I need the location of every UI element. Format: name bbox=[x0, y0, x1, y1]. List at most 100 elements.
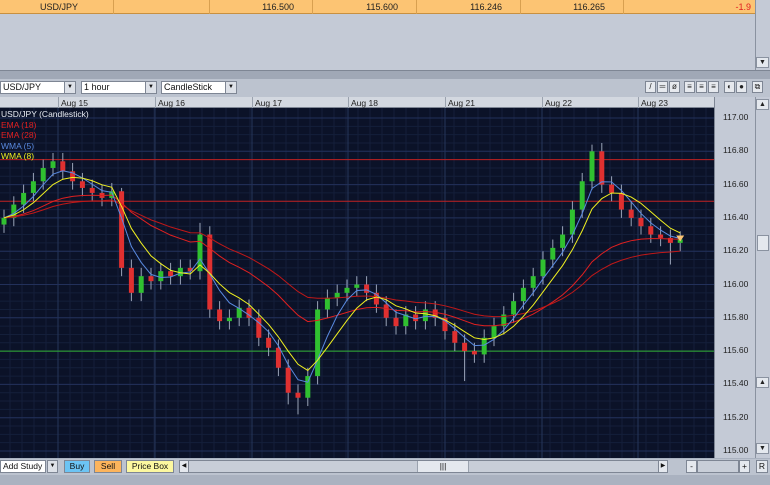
grid-light-icon[interactable]: ≡ bbox=[708, 81, 719, 93]
price-tick-label: 117.00 bbox=[723, 112, 749, 122]
scroll-thumb[interactable] bbox=[757, 235, 769, 251]
scroll-right-icon[interactable]: ▶ bbox=[658, 461, 667, 472]
zoom-slider[interactable] bbox=[697, 460, 739, 473]
candle-down bbox=[609, 184, 615, 193]
price-tick-label: 115.00 bbox=[723, 445, 749, 455]
candle-up bbox=[138, 276, 144, 293]
buy-button[interactable]: Buy bbox=[64, 460, 90, 473]
grid-icon[interactable]: ≡ bbox=[684, 81, 695, 93]
chevron-down-icon[interactable]: ▼ bbox=[145, 82, 156, 93]
theme-dark-icon[interactable]: ● bbox=[736, 81, 747, 93]
candle-down bbox=[648, 226, 654, 235]
candle-up bbox=[550, 247, 556, 260]
sell-button[interactable]: Sell bbox=[94, 460, 122, 473]
scroll-down-icon[interactable]: ▼ bbox=[756, 443, 769, 454]
quote-change: -1.9 bbox=[735, 2, 751, 12]
date-label: Aug 17 bbox=[255, 98, 282, 108]
price-tick-label: 116.60 bbox=[723, 178, 749, 189]
quote-symbol: USD/JPY bbox=[40, 2, 79, 12]
price-tick-label: 116.80 bbox=[723, 145, 749, 156]
reset-button[interactable]: R bbox=[756, 460, 768, 473]
chevron-down-icon[interactable]: ▼ bbox=[64, 82, 75, 93]
chevron-down-icon[interactable]: ▼ bbox=[47, 460, 58, 473]
chart-type-select[interactable]: CandleStick ▼ bbox=[161, 81, 237, 94]
candle-up bbox=[50, 161, 56, 168]
candle-up bbox=[226, 317, 232, 322]
chart-toolbar: USD/JPY ▼ 1 hour ▼ CandleStick ▼ / ═ ø ≡ ≡ … bbox=[0, 79, 770, 97]
price-tick-label: 116.00 bbox=[723, 278, 749, 289]
candle-up bbox=[334, 292, 340, 298]
date-label: Aug 16 bbox=[158, 98, 185, 108]
scroll-down-icon[interactable]: ▼ bbox=[756, 57, 769, 68]
symbol-select-value: USD/JPY bbox=[3, 82, 42, 92]
date-label: Aug 18 bbox=[351, 98, 378, 108]
candle-down bbox=[217, 309, 223, 322]
panel-splitter[interactable] bbox=[0, 70, 770, 79]
date-label: Aug 23 bbox=[641, 98, 668, 108]
candle-down bbox=[168, 271, 174, 277]
candle-down bbox=[383, 304, 389, 318]
scroll-thumb[interactable]: ||| bbox=[417, 461, 469, 472]
chart-vertical-scrollbar[interactable]: ▲ ▲ ▼ bbox=[755, 97, 770, 458]
candle-up bbox=[540, 259, 546, 277]
legend-item: EMA (28) bbox=[1, 130, 37, 140]
candle-down bbox=[638, 217, 644, 227]
scroll-up-icon[interactable]: ▲ bbox=[756, 99, 769, 110]
price-tick-label: 115.40 bbox=[723, 378, 749, 389]
candle-down bbox=[393, 317, 399, 327]
detach-window-icon[interactable]: ⧉ bbox=[752, 81, 763, 93]
candle-down bbox=[285, 367, 291, 393]
zoom-out-button[interactable]: - bbox=[686, 460, 697, 473]
time-scrollbar[interactable]: ◀ ||| ▶ bbox=[179, 460, 668, 473]
candle-down bbox=[89, 187, 95, 193]
candle-up bbox=[21, 192, 27, 205]
chart-type-select-value: CandleStick bbox=[164, 82, 213, 92]
draw-line-icon[interactable]: / bbox=[645, 81, 656, 93]
scroll-up-icon[interactable]: ▲ bbox=[756, 377, 769, 388]
candle-down bbox=[148, 276, 154, 282]
quote-list-area bbox=[0, 14, 755, 70]
candle-up bbox=[560, 234, 566, 248]
symbol-select[interactable]: USD/JPY ▼ bbox=[0, 81, 76, 94]
candle-up bbox=[30, 181, 36, 193]
candle-up bbox=[579, 181, 585, 210]
status-area bbox=[0, 475, 770, 485]
price-box-button[interactable]: Price Box bbox=[126, 460, 174, 473]
quote-ask: 116.265 bbox=[573, 2, 605, 12]
chart-legend: USD/JPY (Candlestick) EMA (18) EMA (28) WMA… bbox=[1, 109, 89, 162]
clear-drawing-icon[interactable]: ø bbox=[669, 81, 680, 93]
price-tick-label: 115.80 bbox=[723, 311, 749, 322]
candle-up bbox=[344, 287, 350, 293]
price-axis: 117.00 116.80 116.60 116.40 116.20 116.00 115.… bbox=[714, 97, 755, 458]
candle-down bbox=[295, 392, 301, 398]
horizontal-line-icon[interactable]: ═ bbox=[657, 81, 668, 93]
chevron-down-icon[interactable]: ▼ bbox=[225, 82, 236, 93]
study-line-wma-8 bbox=[3, 176, 681, 372]
add-study-select[interactable]: Add Study bbox=[0, 460, 46, 473]
scroll-left-icon[interactable]: ◀ bbox=[180, 461, 189, 472]
candle-down bbox=[128, 267, 134, 293]
theme-light-icon[interactable]: ◐ bbox=[724, 81, 735, 93]
candle-down bbox=[60, 161, 66, 172]
add-study-label: Add Study bbox=[3, 461, 43, 471]
price-chart[interactable] bbox=[0, 108, 714, 458]
candle-up bbox=[40, 167, 46, 182]
legend-item: EMA (18) bbox=[1, 119, 37, 130]
quote-bid: 116.246 bbox=[470, 2, 502, 12]
quote-scrollbar[interactable]: ▼ bbox=[755, 0, 770, 70]
grid-dense-icon[interactable]: ≡ bbox=[696, 81, 707, 93]
quote-row[interactable]: USD/JPY 116.500 115.600 116.246 116.265 … bbox=[0, 0, 755, 14]
zoom-in-button[interactable]: + bbox=[739, 460, 750, 473]
legend-item: USD/JPY (Candlestick) bbox=[1, 109, 89, 119]
candle-up bbox=[481, 337, 487, 355]
interval-select-value: 1 hour bbox=[84, 82, 110, 92]
candle-down bbox=[452, 331, 458, 343]
chart-bottom-bar: Add Study ▼ Buy Sell Price Box ◀ ||| ▶ -… bbox=[0, 459, 770, 475]
candle-down bbox=[462, 342, 468, 352]
candle-up bbox=[491, 326, 497, 338]
candle-down bbox=[275, 347, 281, 368]
interval-select[interactable]: 1 hour ▼ bbox=[81, 81, 157, 94]
price-tick-label: 116.20 bbox=[723, 245, 749, 256]
candle-up bbox=[324, 297, 330, 310]
candle-down bbox=[618, 192, 624, 210]
